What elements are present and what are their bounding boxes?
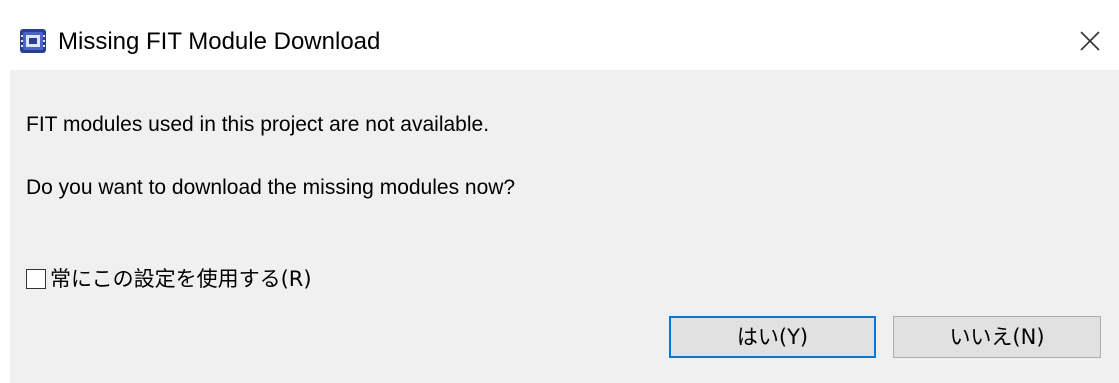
close-button[interactable]: [1072, 24, 1108, 60]
message-line-1: FIT modules used in this project are not…: [26, 113, 490, 136]
dialog-title: Missing FIT Module Download: [58, 28, 381, 55]
yes-button[interactable]: はい(Y): [669, 316, 876, 358]
remember-setting-checkbox[interactable]: [26, 269, 46, 289]
remember-setting-option[interactable]: 常にこの設定を使用する(R): [26, 265, 312, 293]
title-bar: Missing FIT Module Download: [0, 0, 1119, 70]
missing-fit-module-dialog: Missing FIT Module Download FIT modules …: [0, 0, 1119, 383]
remember-setting-label[interactable]: 常にこの設定を使用する(R): [50, 266, 312, 292]
dialog-body: FIT modules used in this project are not…: [10, 70, 1119, 383]
close-icon: [1080, 31, 1100, 51]
app-chip-icon: [20, 29, 46, 53]
no-button[interactable]: いいえ(N): [893, 316, 1101, 358]
message-line-2: Do you want to download the missing modu…: [26, 176, 516, 199]
